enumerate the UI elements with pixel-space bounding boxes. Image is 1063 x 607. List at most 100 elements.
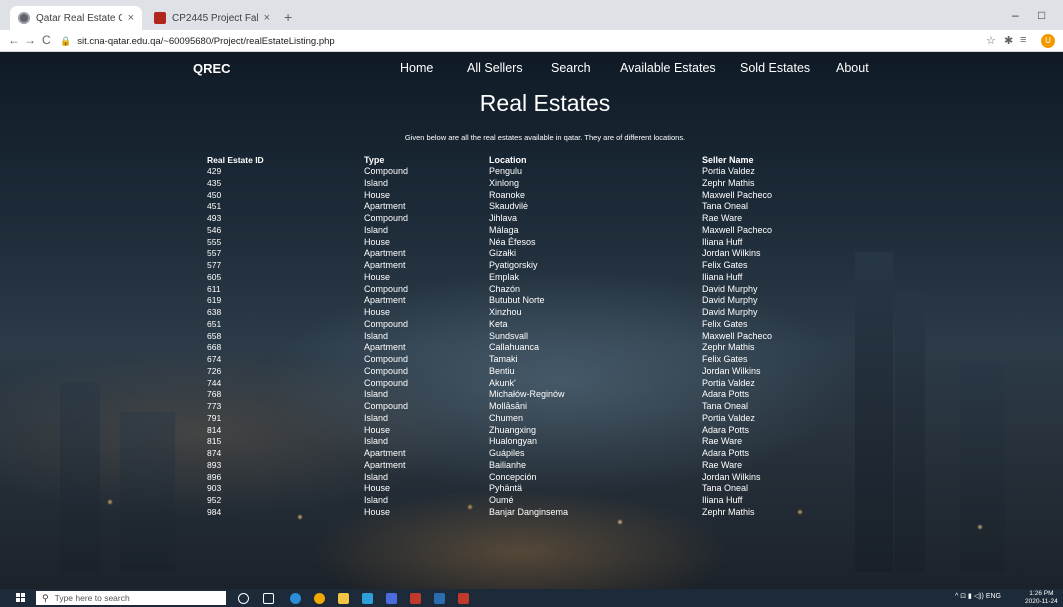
cell-location: Gizałki: [489, 248, 517, 259]
start-windows-icon[interactable]: [16, 593, 26, 603]
cell-location: Mollāsāni: [489, 401, 528, 411]
reading-list-icon[interactable]: ≡: [1020, 34, 1026, 46]
system-tray[interactable]: ^ ⊡ ▮ ◁)) ENG: [955, 592, 1001, 600]
address-bar-row: ← → C 🔒 sit.cna-qatar.edu.qa/~60095680/P…: [0, 30, 1063, 52]
vscode-icon[interactable]: [434, 593, 445, 604]
new-tab-button[interactable]: +: [284, 9, 292, 25]
cell-seller-name: Zephr Mathis: [702, 342, 755, 353]
table-row: 791 Island Chumen Portia Valdez: [207, 413, 807, 425]
close-tab-icon[interactable]: ×: [128, 12, 134, 24]
cell-type: Compound: [364, 354, 409, 364]
bookmark-star-icon[interactable]: ☆: [986, 34, 996, 47]
cell-seller-name: Tana Oneal: [702, 483, 749, 494]
cell-real-estate-id: 546: [207, 224, 222, 235]
table-row: 984 House Banjar Danginsema Zephr Mathis: [207, 507, 807, 519]
nav-about[interactable]: About: [836, 61, 869, 75]
tab-cp2445-project[interactable]: CP2445 Project Fall 2020 - CP24 ×: [146, 6, 278, 30]
cell-location: Callahuanca: [489, 342, 540, 353]
cell-type: Apartment: [364, 201, 406, 212]
table-row: 952 Island Oumé Iliana Huff: [207, 495, 807, 507]
taskbar-clock[interactable]: 1:26 PM 2020-11-24: [1025, 590, 1058, 606]
edge-icon[interactable]: [290, 593, 301, 604]
page-background: QREC Home All Sellers Search Available E…: [0, 52, 1063, 589]
cell-type: Island: [364, 412, 389, 423]
cell-type: House: [364, 236, 391, 247]
maximize-button[interactable]: □: [1038, 8, 1045, 22]
clock-date: 2020-11-24: [1025, 598, 1058, 605]
reload-button[interactable]: C: [42, 33, 51, 47]
nav-all-sellers[interactable]: All Sellers: [467, 61, 523, 75]
nav-home[interactable]: Home: [400, 61, 433, 75]
cell-location: Michałów-Reginów: [489, 389, 565, 400]
file-explorer-icon[interactable]: [338, 593, 349, 604]
cell-real-estate-id: 744: [207, 377, 222, 388]
table-row: 903 House Pyhäntä Tana Oneal: [207, 483, 807, 495]
app-icon[interactable]: [386, 593, 397, 604]
nav-search[interactable]: Search: [551, 61, 591, 75]
cell-location: Tamaki: [489, 354, 518, 364]
cell-real-estate-id: 896: [207, 471, 222, 482]
cell-seller-name: Tana Oneal: [702, 401, 749, 411]
minimize-button[interactable]: –: [1012, 8, 1019, 22]
cell-real-estate-id: 577: [207, 260, 222, 270]
nav-sold-estates[interactable]: Sold Estates: [740, 61, 810, 75]
filezilla-icon[interactable]: [458, 593, 469, 604]
cell-seller-name: Maxwell Pacheco: [702, 330, 773, 341]
cell-seller-name: Adara Potts: [702, 389, 750, 400]
table-row: 768 Island Michałów-Reginów Adara Potts: [207, 389, 807, 401]
profile-avatar[interactable]: U: [1041, 34, 1055, 48]
cell-type: Apartment: [364, 448, 406, 458]
cell-location: Pengulu: [489, 166, 523, 176]
cell-seller-name: Felix Gates: [702, 318, 748, 329]
cell-seller-name: Iliana Huff: [702, 236, 743, 247]
cell-type: Compound: [364, 377, 409, 388]
close-tab-icon[interactable]: ×: [264, 12, 270, 24]
taskbar-search-input[interactable]: ⚲ Type here to search: [36, 591, 226, 605]
cell-location: Skaudvilė: [489, 201, 529, 212]
brand-logo[interactable]: QREC: [193, 61, 231, 76]
table-row: 435 Island Xinlong Zephr Mathis: [207, 178, 807, 190]
cell-location: Akunk': [489, 377, 516, 388]
cell-type: Apartment: [364, 248, 406, 259]
cell-real-estate-id: 451: [207, 201, 222, 212]
nav-available-estates[interactable]: Available Estates: [620, 61, 716, 75]
cell-type: Compound: [364, 401, 409, 411]
cell-type: House: [364, 424, 391, 435]
forward-button[interactable]: →: [24, 33, 36, 47]
cell-real-estate-id: 903: [207, 483, 222, 494]
cell-type: Apartment: [364, 260, 406, 270]
extension-icon[interactable]: ✱: [1004, 34, 1013, 47]
cell-location: Butubut Norte: [489, 295, 545, 306]
cell-location: Oumé: [489, 495, 514, 505]
tab-title: Qatar Real Estate Company: [36, 12, 122, 24]
table-body: 429 Compound Pengulu Portia Valdez 435 Island…: [207, 166, 807, 519]
cell-seller-name: Felix Gates: [702, 260, 748, 270]
cell-real-estate-id: 651: [207, 318, 222, 329]
cell-type: Island: [364, 495, 389, 505]
cell-real-estate-id: 768: [207, 389, 222, 400]
cell-seller-name: Portia Valdez: [702, 377, 755, 388]
tab-qatar-real-estate[interactable]: Qatar Real Estate Company ×: [10, 6, 142, 30]
task-view-icon[interactable]: [263, 593, 274, 604]
cortana-icon[interactable]: [238, 593, 249, 604]
table-row: 619 Apartment Butubut Norte David Murphy: [207, 295, 807, 307]
site-navbar: QREC Home All Sellers Search Available E…: [0, 52, 1063, 86]
cell-type: Compound: [364, 213, 409, 223]
cell-type: House: [364, 506, 391, 517]
cell-real-estate-id: 874: [207, 448, 222, 458]
back-button[interactable]: ←: [8, 33, 20, 47]
cell-location: Xinzhou: [489, 307, 522, 317]
table-row: 651 Compound Keta Felix Gates: [207, 319, 807, 331]
windows-taskbar: ⚲ Type here to search ^ ⊡ ▮ ◁)) ENG 1:26…: [0, 589, 1063, 607]
cell-real-estate-id: 984: [207, 506, 222, 517]
cell-seller-name: Rae Ware: [702, 436, 743, 447]
url-field[interactable]: 🔒 sit.cna-qatar.edu.qa/~60095680/Project…: [60, 32, 960, 50]
cell-real-estate-id: 619: [207, 295, 222, 306]
table-row: 815 Island Hualongyan Rae Ware: [207, 436, 807, 448]
mail-icon[interactable]: [410, 593, 421, 604]
cell-real-estate-id: 611: [207, 283, 221, 294]
search-icon: ⚲: [42, 592, 49, 603]
table-row: 546 Island Málaga Maxwell Pacheco: [207, 225, 807, 237]
store-icon[interactable]: [362, 593, 373, 604]
chrome-icon[interactable]: [314, 593, 325, 604]
